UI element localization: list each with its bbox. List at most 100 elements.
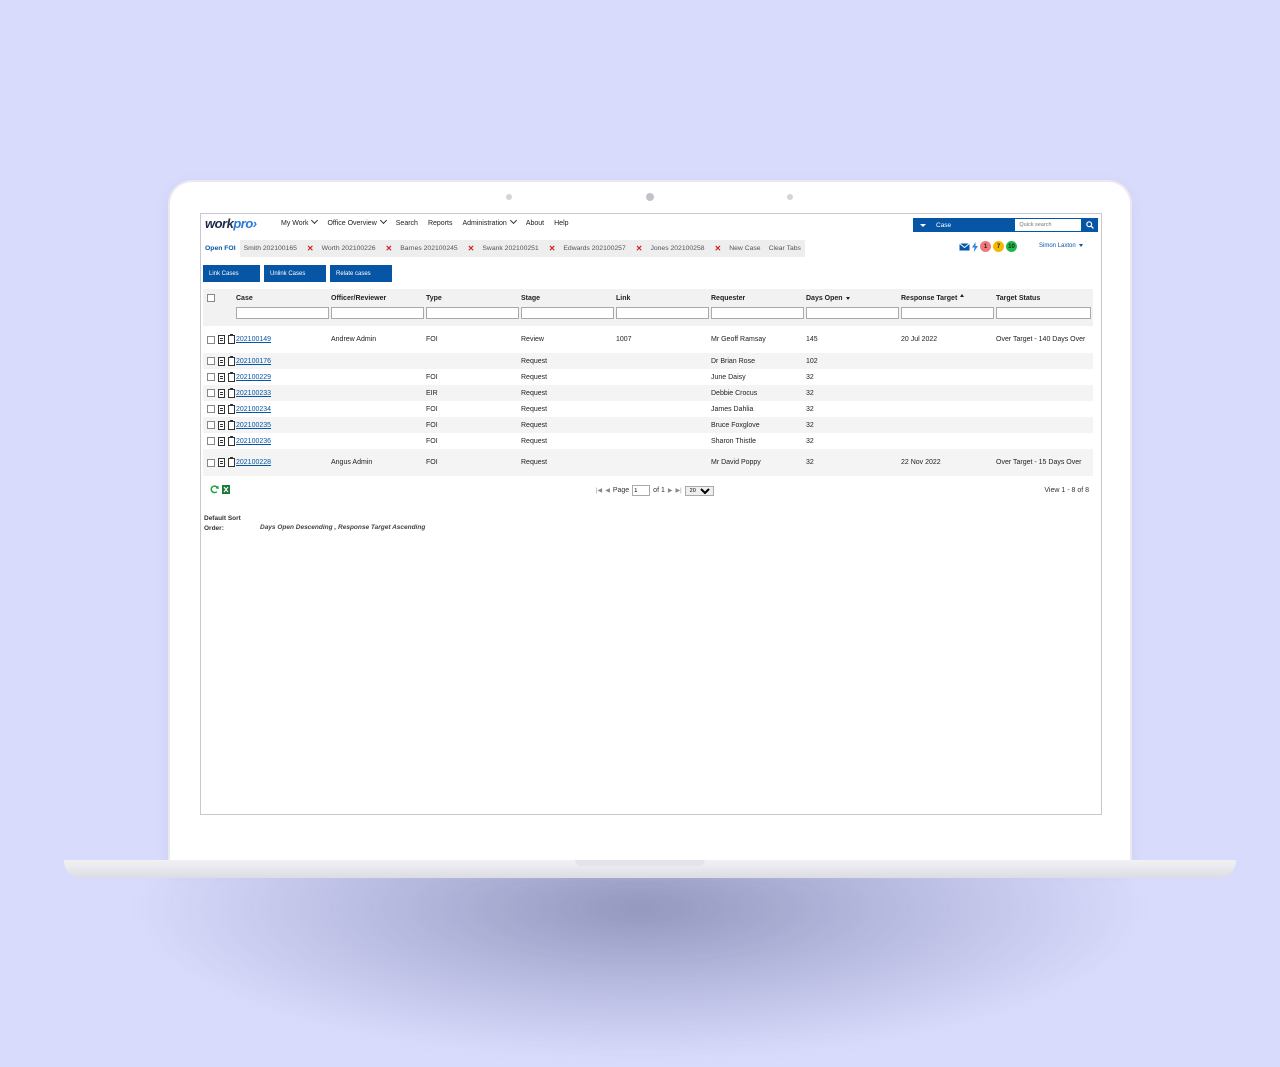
col-header-case[interactable]: Case [236, 289, 331, 302]
case-link[interactable]: 202100176 [236, 358, 271, 365]
col-header-officer[interactable]: Officer/Reviewer [331, 289, 426, 302]
document-icon[interactable] [218, 436, 225, 446]
filter-requester[interactable] [711, 307, 804, 319]
mail-icon[interactable] [959, 242, 970, 251]
table-row[interactable]: 202100149 Andrew Admin FOI Review 1007 Mr Geo… [203, 326, 1093, 353]
document-icon[interactable] [218, 388, 225, 398]
document-icon[interactable] [218, 335, 225, 344]
filter-target-status[interactable] [996, 307, 1091, 319]
clipboard-icon[interactable] [228, 371, 235, 382]
tab-worth-202100226[interactable]: Worth 202100226 ✕ [318, 240, 397, 257]
tab-clear-tabs[interactable]: Clear Tabs [765, 240, 805, 257]
search-input[interactable] [1014, 218, 1083, 232]
tab-smith-202100165[interactable]: Smith 202100165 ✕ [240, 240, 318, 257]
page-size-select[interactable]: 20 [684, 485, 714, 496]
close-tab-icon[interactable]: ✕ [549, 244, 556, 253]
close-tab-icon[interactable]: ✕ [636, 244, 643, 253]
document-icon[interactable] [218, 372, 225, 382]
clipboard-icon[interactable] [228, 435, 235, 446]
prev-page-icon[interactable]: ◀ [605, 487, 610, 494]
clipboard-icon[interactable] [228, 419, 235, 430]
clipboard-icon[interactable] [228, 403, 235, 414]
filter-response-target[interactable] [901, 307, 994, 319]
nav-item-office-overview[interactable]: Office Overview [327, 216, 387, 227]
refresh-icon[interactable] [210, 485, 219, 494]
document-icon[interactable] [218, 420, 225, 430]
due-soon-count-badge[interactable]: 7 [993, 241, 1004, 252]
row-checkbox[interactable] [207, 389, 215, 397]
case-link[interactable]: 202100233 [236, 390, 271, 397]
tab-edwards-202100257[interactable]: Edwards 202100257 ✕ [559, 240, 646, 257]
case-link[interactable]: 202100234 [236, 406, 271, 413]
row-checkbox[interactable] [207, 335, 215, 344]
filter-stage[interactable] [521, 307, 614, 319]
first-page-icon[interactable]: |◀ [596, 487, 602, 494]
case-link[interactable]: 202100149 [236, 336, 271, 343]
table-row[interactable]: 202100236 FOI Request Sharon Thistle 32 [203, 433, 1093, 449]
search-type-select[interactable]: Case [913, 218, 1015, 232]
clipboard-icon[interactable] [228, 334, 235, 344]
page-input[interactable] [632, 485, 651, 496]
filter-link[interactable] [616, 307, 709, 319]
row-checkbox[interactable] [207, 437, 215, 445]
tab-open-foi[interactable]: Open FOI [201, 240, 240, 257]
col-header-target-status[interactable]: Target Status [996, 289, 1093, 302]
table-row[interactable]: 202100234 FOI Request James Dahlia 32 [203, 401, 1093, 417]
document-icon[interactable] [218, 458, 225, 467]
table-row[interactable]: 202100235 FOI Request Bruce Foxglove 32 [203, 417, 1093, 433]
document-icon[interactable] [218, 404, 225, 414]
filter-officer[interactable] [331, 307, 424, 319]
clipboard-icon[interactable] [228, 457, 235, 467]
nav-item-search[interactable]: Search [396, 220, 418, 227]
case-link[interactable]: 202100235 [236, 422, 271, 429]
table-row[interactable]: 202100228 Angus Admin FOI Request Mr David P… [203, 449, 1093, 476]
col-header-requester[interactable]: Requester [711, 289, 806, 302]
case-link[interactable]: 202100228 [236, 459, 271, 466]
clipboard-icon[interactable] [228, 355, 235, 366]
link-cases-button[interactable]: Link Cases [203, 265, 260, 282]
nav-item-reports[interactable]: Reports [428, 220, 453, 227]
last-page-icon[interactable]: ▶| [675, 487, 681, 494]
col-header-link[interactable]: Link [616, 289, 711, 302]
nav-item-about[interactable]: About [526, 220, 544, 227]
next-page-icon[interactable]: ▶ [668, 487, 673, 494]
table-row[interactable]: 202100233 EIR Request Debbie Crocus 32 [203, 385, 1093, 401]
lightning-icon[interactable] [972, 241, 978, 252]
tab-barnes-202100245[interactable]: Barnes 202100245 ✕ [396, 240, 478, 257]
col-header-stage[interactable]: Stage [521, 289, 616, 302]
case-link[interactable]: 202100229 [236, 374, 271, 381]
close-tab-icon[interactable]: ✕ [468, 244, 475, 253]
clipboard-icon[interactable] [228, 387, 235, 398]
row-checkbox[interactable] [207, 421, 215, 429]
table-row[interactable]: 202100229 FOI Request June Daisy 32 [203, 369, 1093, 385]
nav-item-help[interactable]: Help [554, 220, 568, 227]
close-tab-icon[interactable]: ✕ [386, 244, 393, 253]
overdue-count-badge[interactable]: 1 [980, 241, 991, 252]
filter-case[interactable] [236, 307, 329, 319]
filter-type[interactable] [426, 307, 519, 319]
close-tab-icon[interactable]: ✕ [715, 244, 722, 253]
nav-item-administration[interactable]: Administration [462, 216, 517, 227]
user-menu[interactable]: Simon Laxton [1039, 243, 1083, 249]
filter-days-open[interactable] [806, 307, 899, 319]
tab-new-case[interactable]: New Case [725, 240, 764, 257]
relate-cases-button[interactable]: Relate cases [330, 265, 392, 282]
case-link[interactable]: 202100236 [236, 438, 271, 445]
row-checkbox[interactable] [207, 405, 215, 413]
workpro-logo[interactable]: workpro› [205, 216, 257, 231]
col-header-response-target[interactable]: Response Target [901, 289, 996, 302]
col-header-type[interactable]: Type [426, 289, 521, 302]
tab-swank-202100251[interactable]: Swank 202100251 ✕ [478, 240, 559, 257]
select-all-checkbox[interactable] [207, 294, 215, 302]
document-icon[interactable] [218, 356, 225, 366]
on-track-count-badge[interactable]: 10 [1006, 241, 1017, 252]
row-checkbox[interactable] [207, 373, 215, 381]
close-tab-icon[interactable]: ✕ [307, 244, 314, 253]
row-checkbox[interactable] [207, 458, 215, 467]
export-excel-icon[interactable] [222, 485, 230, 494]
row-checkbox[interactable] [207, 357, 215, 365]
nav-item-my-work[interactable]: My Work [281, 216, 319, 227]
unlink-cases-button[interactable]: Unlink Cases [264, 265, 326, 282]
search-button[interactable] [1082, 218, 1098, 232]
col-header-days-open[interactable]: Days Open [806, 289, 901, 302]
